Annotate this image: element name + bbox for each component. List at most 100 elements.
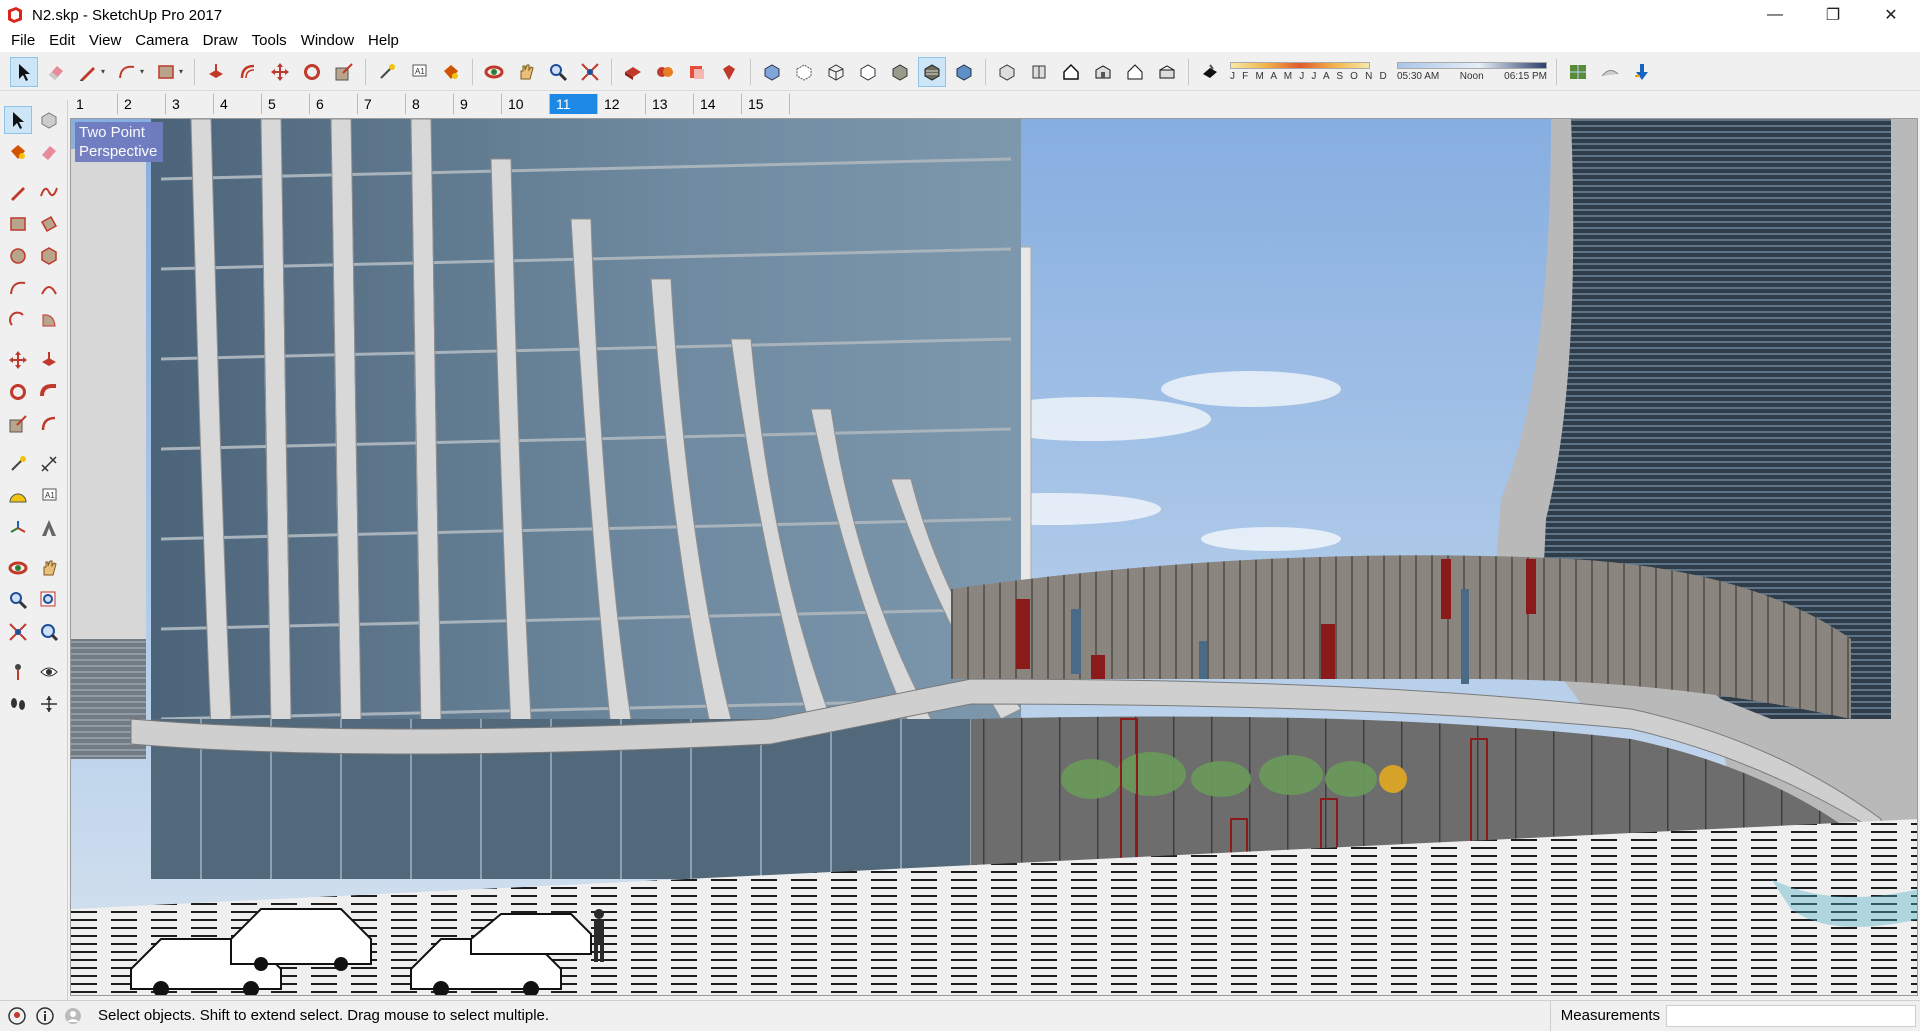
iso-view-button[interactable]	[993, 57, 1021, 87]
arc-tool-button[interactable]	[4, 274, 32, 302]
pan-tool-button[interactable]	[512, 57, 540, 87]
eraser-tool-button[interactable]	[42, 57, 70, 87]
minimize-button[interactable]: —	[1746, 0, 1804, 30]
photo-textures-button[interactable]	[1628, 57, 1656, 87]
textured-style-button[interactable]	[918, 56, 946, 87]
extension-ruby-button[interactable]	[715, 57, 743, 87]
scene-tab-8[interactable]: 8	[406, 94, 454, 114]
offset-tool-button[interactable]	[234, 57, 262, 87]
scale-tool-button[interactable]	[4, 410, 32, 438]
rotate-tool-button[interactable]	[4, 378, 32, 406]
menu-draw[interactable]: Draw	[196, 30, 245, 52]
scene-tab-15[interactable]: 15	[742, 94, 790, 114]
xray-style-button[interactable]	[758, 57, 786, 87]
tape-measure-tool-button[interactable]	[4, 450, 32, 478]
account-status-button[interactable]	[62, 1005, 84, 1027]
scene-tab-10[interactable]: 10	[502, 94, 550, 114]
orbit-tool-button[interactable]	[4, 554, 32, 582]
select-tool-button[interactable]	[10, 56, 38, 87]
arc-tool-button[interactable]	[113, 57, 141, 87]
make-component-button[interactable]	[36, 106, 63, 134]
maximize-button[interactable]: ❐	[1804, 0, 1862, 30]
3d-text-tool-button[interactable]	[36, 514, 64, 542]
look-around-button[interactable]	[36, 658, 64, 686]
circle-tool-button[interactable]	[4, 242, 32, 270]
rectangle-tool-button[interactable]	[4, 210, 32, 238]
shaded-style-button[interactable]	[886, 57, 914, 87]
axes-tool-button[interactable]	[4, 514, 32, 542]
arc-dropdown-icon[interactable]: ▾	[140, 67, 150, 76]
add-location-button[interactable]	[1564, 57, 1592, 87]
select-tool-button[interactable]	[4, 106, 32, 134]
extension-warehouse-button[interactable]	[651, 57, 679, 87]
polygon-tool-button[interactable]	[36, 242, 64, 270]
sandbox-button[interactable]	[1596, 57, 1624, 87]
eraser-tool-button[interactable]	[36, 138, 64, 166]
walk-button[interactable]	[4, 690, 32, 718]
shadow-time-slider[interactable]: 05:30 AM Noon 06:15 PM	[1396, 61, 1547, 82]
scene-tab-6[interactable]: 6	[310, 94, 358, 114]
3d-warehouse-button[interactable]	[619, 57, 647, 87]
three-point-arc-tool-button[interactable]	[4, 306, 32, 334]
zoom-tool-button[interactable]	[544, 57, 572, 87]
front-view-button[interactable]	[1057, 57, 1085, 87]
menu-camera[interactable]: Camera	[128, 30, 195, 52]
rotated-rectangle-tool-button[interactable]	[36, 210, 64, 238]
menu-tools[interactable]: Tools	[245, 30, 294, 52]
move-tool-button[interactable]	[266, 57, 294, 87]
tape-measure-tool-button[interactable]	[373, 57, 401, 87]
push-pull-tool-button[interactable]	[36, 346, 64, 374]
rectangle-dropdown-icon[interactable]: ▾	[179, 67, 189, 76]
zoom-extents-tool-button[interactable]	[4, 618, 32, 646]
scene-tab-3[interactable]: 3	[166, 94, 214, 114]
freehand-tool-button[interactable]	[36, 178, 64, 206]
menu-window[interactable]: Window	[294, 30, 361, 52]
back-edges-style-button[interactable]	[790, 57, 818, 87]
model-render[interactable]	[71, 119, 1918, 996]
scene-tab-7[interactable]: 7	[358, 94, 406, 114]
follow-me-tool-button[interactable]	[36, 378, 64, 406]
time-bar[interactable]	[1396, 61, 1547, 69]
pencil-dropdown-icon[interactable]: ▾	[101, 67, 111, 76]
push-pull-tool-button[interactable]	[202, 57, 230, 87]
model-viewport[interactable]: Two Point Perspective	[70, 118, 1918, 996]
offset-tool-button[interactable]	[36, 410, 64, 438]
zoom-window-tool-button[interactable]	[36, 586, 64, 614]
text-tool-button[interactable]: A1	[405, 57, 433, 87]
scene-tab-12[interactable]: 12	[598, 94, 646, 114]
geo-location-status-button[interactable]	[6, 1005, 28, 1027]
pencil-tool-button[interactable]	[74, 57, 102, 87]
menu-view[interactable]: View	[82, 30, 128, 52]
menu-file[interactable]: File	[4, 30, 42, 52]
rectangle-tool-button[interactable]	[152, 57, 180, 87]
menu-help[interactable]: Help	[361, 30, 406, 52]
back-view-button[interactable]	[1121, 57, 1149, 87]
zoom-extents-tool-button[interactable]	[576, 57, 604, 87]
orbit-tool-button[interactable]	[480, 57, 508, 87]
pie-tool-button[interactable]	[36, 306, 64, 334]
pan-tool-button[interactable]	[36, 554, 64, 582]
dimension-tool-button[interactable]	[36, 450, 64, 478]
send-to-layout-button[interactable]	[683, 57, 711, 87]
paint-bucket-tool-button[interactable]	[437, 57, 465, 87]
right-view-button[interactable]	[1089, 57, 1117, 87]
shadow-month-slider[interactable]: J F M A M J J A S O N D	[1230, 61, 1389, 82]
menu-edit[interactable]: Edit	[42, 30, 82, 52]
scene-tab-2[interactable]: 2	[118, 94, 166, 114]
scene-tab-5[interactable]: 5	[262, 94, 310, 114]
scene-tab-11[interactable]: 11	[550, 94, 598, 114]
month-bar[interactable]	[1230, 61, 1370, 69]
wireframe-style-button[interactable]	[822, 57, 850, 87]
paint-bucket-tool-button[interactable]	[4, 138, 32, 166]
scene-tab-14[interactable]: 14	[694, 94, 742, 114]
top-view-button[interactable]	[1025, 57, 1053, 87]
move-tool-button[interactable]	[4, 346, 32, 374]
measurements-input[interactable]	[1666, 1005, 1916, 1027]
close-button[interactable]: ✕	[1862, 0, 1920, 30]
scale-tool-button[interactable]	[330, 57, 358, 87]
credits-status-button[interactable]	[34, 1005, 56, 1027]
scene-tab-1[interactable]: 1	[70, 94, 118, 114]
rotate-tool-button[interactable]	[298, 57, 326, 87]
shadow-toggle-button[interactable]	[1196, 57, 1224, 87]
scene-tab-13[interactable]: 13	[646, 94, 694, 114]
